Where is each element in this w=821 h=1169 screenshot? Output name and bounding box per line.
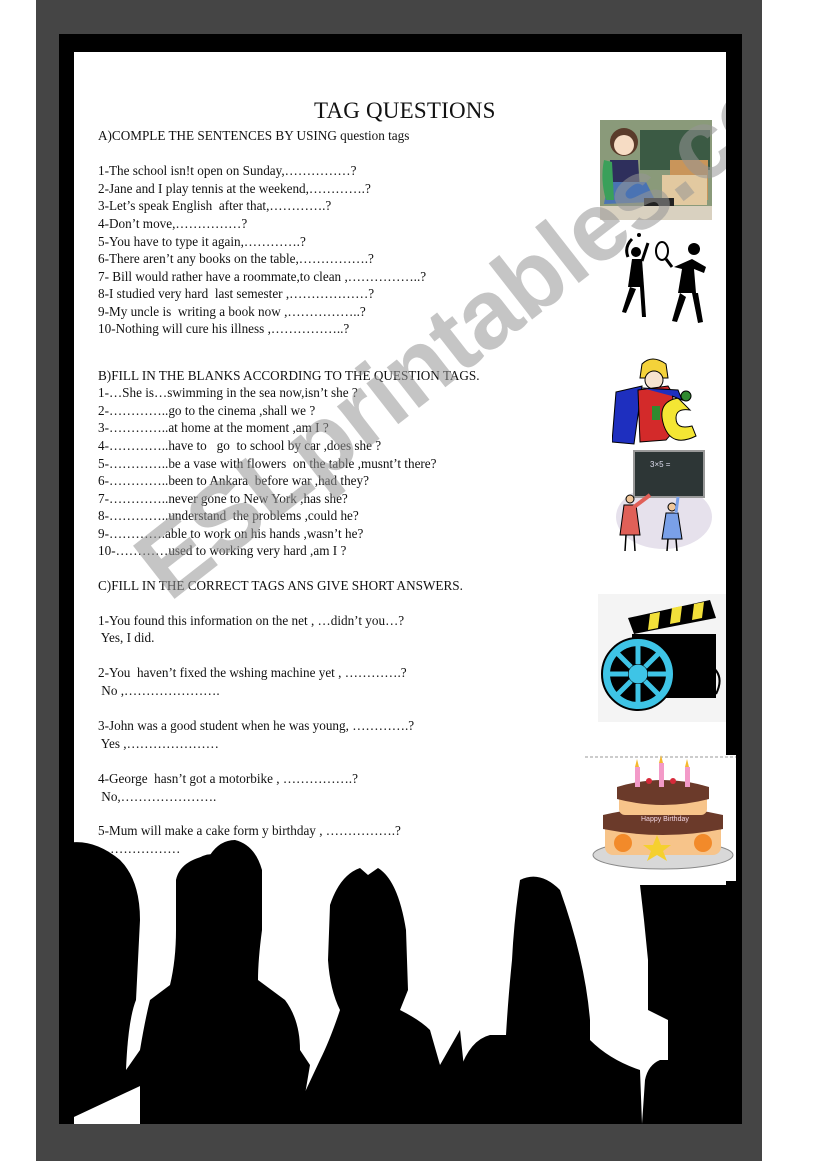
silhouette-4 xyxy=(440,876,642,1124)
silhouette-right-edge xyxy=(640,885,742,1124)
audience-silhouettes xyxy=(59,840,742,1124)
silhouette-2 xyxy=(140,840,310,1124)
silhouette-3 xyxy=(290,868,470,1124)
